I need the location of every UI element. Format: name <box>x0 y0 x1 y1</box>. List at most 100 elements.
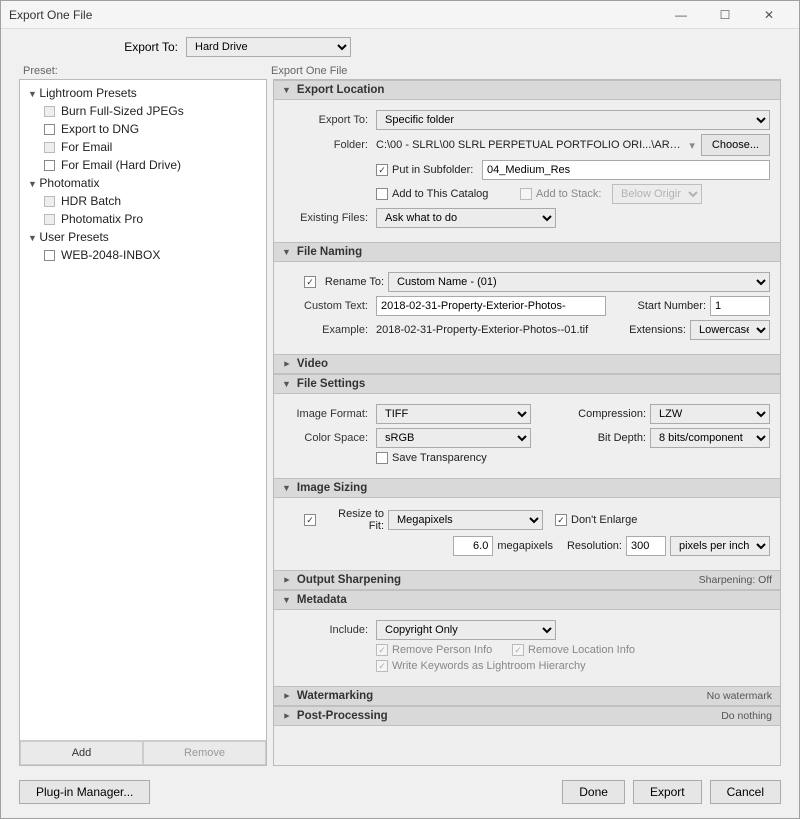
add-catalog-checkbox[interactable] <box>376 188 388 200</box>
export-dialog: Export One File — ☐ ✕ Export To: Hard Dr… <box>0 0 800 819</box>
include-label: Include: <box>284 624 376 636</box>
resize-fit-checkbox[interactable] <box>304 514 316 526</box>
put-subfolder-checkbox[interactable] <box>376 164 388 176</box>
preset-box-icon <box>44 250 55 261</box>
preset-remove-button[interactable]: Remove <box>143 741 266 765</box>
preset-group-user[interactable]: User Presets <box>22 228 264 246</box>
section-export-location[interactable]: ▼Export Location <box>274 80 780 100</box>
preset-box-icon <box>44 142 55 153</box>
preset-box-icon <box>44 160 55 171</box>
bit-depth-select[interactable]: 8 bits/component <box>650 428 770 448</box>
disclosure-icon: ▼ <box>282 483 291 493</box>
remove-person-checkbox <box>376 644 388 656</box>
preset-item[interactable]: Burn Full-Sized JPEGs <box>22 102 264 120</box>
save-transparency-checkbox[interactable] <box>376 452 388 464</box>
section-file-settings[interactable]: ▼File Settings <box>274 374 780 394</box>
disclosure-icon: ▼ <box>281 692 291 701</box>
start-number-input[interactable] <box>710 296 770 316</box>
plugin-manager-button[interactable]: Plug-in Manager... <box>19 780 150 804</box>
color-space-label: Color Space: <box>284 432 376 444</box>
section-metadata[interactable]: ▼Metadata <box>274 590 780 610</box>
chevron-icon[interactable]: ▾ <box>689 139 701 152</box>
disclosure-icon: ▼ <box>281 712 291 721</box>
column-headers: Preset: Export One File <box>1 65 799 79</box>
export-button[interactable]: Export <box>633 780 702 804</box>
image-format-select[interactable]: TIFF <box>376 404 531 424</box>
preset-item[interactable]: For Email (Hard Drive) <box>22 156 264 174</box>
resolution-unit-select[interactable]: pixels per inch <box>670 536 770 556</box>
section-video[interactable]: ▼Video <box>274 354 780 374</box>
start-number-label: Start Number: <box>638 300 710 312</box>
done-button[interactable]: Done <box>562 780 625 804</box>
folder-path: C:\00 - SLRL\00 SLRL PERPETUAL PORTFOLIO… <box>376 139 689 151</box>
choose-button[interactable]: Choose... <box>701 134 770 156</box>
section-watermarking[interactable]: ▼WatermarkingNo watermark <box>274 686 780 706</box>
compression-label: Compression: <box>570 408 650 420</box>
export-to-row: Export To: Hard Drive <box>1 29 799 65</box>
megapixel-unit: megapixels <box>493 540 567 552</box>
preset-group-lightroom[interactable]: Lightroom Presets <box>22 84 264 102</box>
resolution-label: Resolution: <box>567 540 626 552</box>
minimize-button[interactable]: — <box>659 1 703 29</box>
preset-item[interactable]: HDR Batch <box>22 192 264 210</box>
titlebar: Export One File — ☐ ✕ <box>1 1 799 29</box>
dont-enlarge-checkbox[interactable] <box>555 514 567 526</box>
remove-person-label: Remove Person Info <box>392 644 512 656</box>
disclosure-icon: ▼ <box>282 379 291 389</box>
export-to-label: Export To: <box>1 40 186 54</box>
preset-tree[interactable]: Lightroom Presets Burn Full-Sized JPEGs … <box>20 80 266 740</box>
preset-item[interactable]: WEB-2048-INBOX <box>22 246 264 264</box>
add-stack-checkbox <box>520 188 532 200</box>
preset-box-icon <box>44 124 55 135</box>
section-file-naming[interactable]: ▼File Naming <box>274 242 780 262</box>
sharpening-status: Sharpening: Off <box>699 574 772 586</box>
resolution-input[interactable] <box>626 536 666 556</box>
cancel-button[interactable]: Cancel <box>710 780 781 804</box>
maximize-button[interactable]: ☐ <box>703 1 747 29</box>
existing-files-select[interactable]: Ask what to do <box>376 208 556 228</box>
preset-panel: Lightroom Presets Burn Full-Sized JPEGs … <box>19 79 267 766</box>
preset-add-button[interactable]: Add <box>20 741 143 765</box>
existing-files-label: Existing Files: <box>284 212 376 224</box>
settings-col-label: Export One File <box>271 65 347 77</box>
compression-select[interactable]: LZW <box>650 404 770 424</box>
add-catalog-label: Add to This Catalog <box>392 188 520 200</box>
resize-fit-select[interactable]: Megapixels <box>388 510 543 530</box>
remove-location-label: Remove Location Info <box>528 644 635 656</box>
put-subfolder-input[interactable] <box>482 160 770 180</box>
section-post-processing[interactable]: ▼Post-ProcessingDo nothing <box>274 706 780 726</box>
include-select[interactable]: Copyright Only <box>376 620 556 640</box>
rename-to-checkbox[interactable] <box>304 276 316 288</box>
window-title: Export One File <box>9 8 92 22</box>
example-value: 2018-02-31-Property-Exterior-Photos--01.… <box>376 324 629 336</box>
save-transparency-label: Save Transparency <box>392 452 487 464</box>
extensions-select[interactable]: Lowercase <box>690 320 770 340</box>
dont-enlarge-label: Don't Enlarge <box>571 514 637 526</box>
add-stack-label: Add to Stack: <box>536 188 612 200</box>
put-subfolder-label: Put in Subfolder: <box>392 164 482 176</box>
postprocessing-status: Do nothing <box>721 710 772 722</box>
preset-col-label: Preset: <box>23 65 271 77</box>
preset-item[interactable]: Photomatix Pro <box>22 210 264 228</box>
watermarking-status: No watermark <box>707 690 772 702</box>
loc-exportto-select[interactable]: Specific folder <box>376 110 770 130</box>
preset-box-icon <box>44 106 55 117</box>
megapixel-input[interactable] <box>453 536 493 556</box>
custom-text-label: Custom Text: <box>284 300 376 312</box>
preset-group-photomatix[interactable]: Photomatix <box>22 174 264 192</box>
settings-panel: ▼Export Location Export To: Specific fol… <box>273 79 781 766</box>
color-space-select[interactable]: sRGB <box>376 428 531 448</box>
custom-text-input[interactable] <box>376 296 606 316</box>
preset-item[interactable]: Export to DNG <box>22 120 264 138</box>
write-keywords-checkbox <box>376 660 388 672</box>
stack-position-select: Below Original <box>612 184 702 204</box>
section-output-sharpening[interactable]: ▼Output SharpeningSharpening: Off <box>274 570 780 590</box>
section-image-sizing[interactable]: ▼Image Sizing <box>274 478 780 498</box>
disclosure-icon: ▼ <box>282 247 291 257</box>
preset-item[interactable]: For Email <box>22 138 264 156</box>
export-to-select[interactable]: Hard Drive <box>186 37 351 57</box>
rename-to-select[interactable]: Custom Name - (01) <box>388 272 770 292</box>
remove-location-checkbox <box>512 644 524 656</box>
bit-depth-label: Bit Depth: <box>570 432 650 444</box>
close-button[interactable]: ✕ <box>747 1 791 29</box>
